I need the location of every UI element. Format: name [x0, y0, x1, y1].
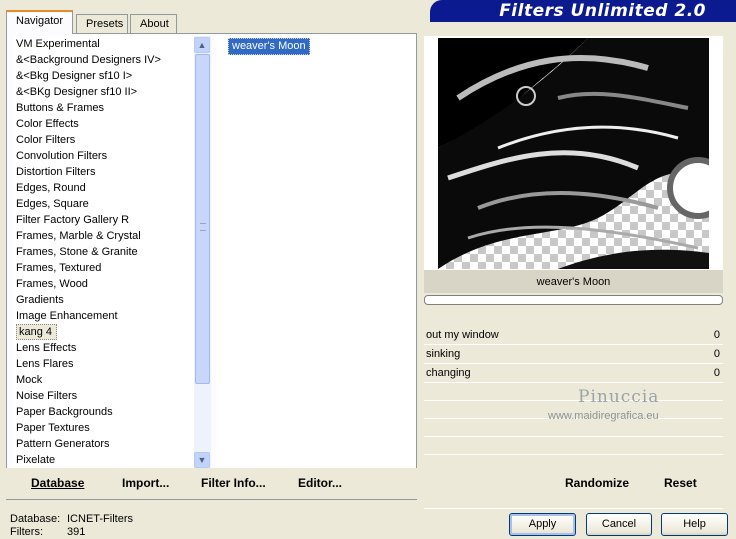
apply-button[interactable]: Apply	[509, 513, 576, 536]
app-title-banner: Filters Unlimited 2.0	[430, 0, 736, 22]
category-item[interactable]: Frames, Wood	[14, 276, 194, 292]
param-row-changing[interactable]: changing 0	[424, 364, 723, 383]
filters-count-value: 391	[67, 526, 86, 538]
param-value: 0	[713, 348, 720, 360]
param-value: 0	[713, 367, 720, 379]
chevron-down-icon: ▼	[197, 455, 207, 465]
preview-image	[438, 38, 709, 269]
category-label: Edges, Round	[16, 182, 86, 194]
category-label: Lens Flares	[16, 358, 74, 370]
category-item[interactable]: Convolution Filters	[14, 148, 194, 164]
scroll-thumb[interactable]	[195, 54, 210, 384]
category-item[interactable]: Paper Backgrounds	[14, 404, 194, 420]
category-item[interactable]: VM Experimental	[14, 36, 194, 52]
category-label: Frames, Marble & Crystal	[16, 230, 141, 242]
category-label: Paper Backgrounds	[16, 406, 113, 418]
category-item[interactable]: Edges, Round	[14, 180, 194, 196]
category-list[interactable]: VM Experimental &<Background Designers IV…	[14, 36, 194, 466]
category-item[interactable]: Buttons & Frames	[14, 100, 194, 116]
tab-navigator[interactable]: Navigator	[6, 10, 73, 34]
category-label: Frames, Stone & Granite	[16, 246, 138, 258]
category-label: &<Background Designers IV>	[16, 54, 161, 66]
category-label: Noise Filters	[16, 390, 78, 402]
preview-filter-name: weaver's Moon	[424, 270, 723, 293]
category-item[interactable]: Color Effects	[14, 116, 194, 132]
param-row-empty	[424, 383, 723, 401]
category-item[interactable]: Frames, Textured	[14, 260, 194, 276]
category-label: Color Filters	[16, 134, 76, 146]
category-item[interactable]: Gradients	[14, 292, 194, 308]
database-label: Database:	[10, 513, 61, 525]
category-item[interactable]: Frames, Stone & Granite	[14, 244, 194, 260]
category-item[interactable]: Lens Effects	[14, 340, 194, 356]
watermark-title: Pinuccia	[578, 387, 660, 407]
category-label: Buttons & Frames	[16, 102, 105, 114]
param-label: sinking	[426, 348, 461, 360]
category-label: Mock	[16, 374, 43, 386]
category-item[interactable]: Pattern Generators	[14, 436, 194, 452]
category-label: Edges, Square	[16, 198, 89, 210]
status-info: Database: ICNET-Filters Filters: 391	[10, 513, 133, 539]
category-item[interactable]: Mock	[14, 372, 194, 388]
tab-about[interactable]: About	[130, 14, 177, 33]
scroll-down-button[interactable]: ▼	[194, 452, 210, 468]
editor-button[interactable]: Editor...	[298, 476, 342, 490]
category-label: VM Experimental	[16, 38, 100, 50]
watermark-url: www.maidiregrafica.eu	[548, 410, 659, 422]
category-label: Convolution Filters	[16, 150, 108, 162]
filter-item-selected[interactable]: weaver's Moon	[228, 38, 310, 55]
category-label: Frames, Textured	[16, 262, 102, 274]
import-button[interactable]: Import...	[122, 476, 169, 490]
category-label: Paper Textures	[16, 422, 90, 434]
category-label: &<Bkg Designer sf10 I>	[16, 70, 133, 82]
category-label: Gradients	[16, 294, 64, 306]
category-item[interactable]: Image Enhancement	[14, 308, 194, 324]
progress-bar	[424, 295, 723, 305]
category-label: Color Effects	[16, 118, 79, 130]
help-button[interactable]: Help	[661, 513, 728, 536]
category-label: Filter Factory Gallery R	[16, 214, 130, 226]
param-row-empty	[424, 437, 723, 455]
chevron-up-icon: ▲	[197, 40, 207, 50]
category-item[interactable]: Distortion Filters	[14, 164, 194, 180]
category-label: kang 4	[16, 324, 58, 340]
category-label: Lens Effects	[16, 342, 77, 354]
param-label: out my window	[426, 329, 499, 341]
category-item[interactable]: &<Bkg Designer sf10 I>	[14, 68, 194, 84]
category-item[interactable]: &<BKg Designer sf10 II>	[14, 84, 194, 100]
grip-icon	[200, 223, 206, 231]
filters-count-label: Filters:	[10, 526, 43, 538]
category-label: &<BKg Designer sf10 II>	[16, 86, 138, 98]
category-item[interactable]: Edges, Square	[14, 196, 194, 212]
category-item[interactable]: Color Filters	[14, 132, 194, 148]
category-item[interactable]: Pixelate	[14, 452, 194, 466]
category-item[interactable]: Lens Flares	[14, 356, 194, 372]
category-item[interactable]: kang 4	[14, 324, 194, 340]
randomize-button[interactable]: Randomize	[565, 476, 629, 490]
category-item[interactable]: Filter Factory Gallery R	[14, 212, 194, 228]
database-value: ICNET-Filters	[67, 513, 133, 525]
scroll-up-button[interactable]: ▲	[194, 37, 210, 53]
cancel-button[interactable]: Cancel	[586, 513, 652, 536]
param-label: changing	[426, 367, 471, 379]
category-label: Image Enhancement	[16, 310, 118, 322]
category-scrollbar[interactable]: ▲ ▼	[194, 36, 211, 468]
filter-list[interactable]: weaver's Moon	[216, 36, 416, 466]
category-item[interactable]: &<Background Designers IV>	[14, 52, 194, 68]
category-label: Pattern Generators	[16, 438, 110, 450]
reset-button[interactable]: Reset	[664, 476, 697, 490]
tab-presets[interactable]: Presets	[76, 14, 128, 33]
category-item[interactable]: Paper Textures	[14, 420, 194, 436]
param-value: 0	[713, 329, 720, 341]
filter-info-button[interactable]: Filter Info...	[201, 476, 266, 490]
category-label: Frames, Wood	[16, 278, 88, 290]
category-label: Pixelate	[16, 454, 56, 466]
category-item[interactable]: Noise Filters	[14, 388, 194, 404]
category-item[interactable]: Frames, Marble & Crystal	[14, 228, 194, 244]
param-row-sinking[interactable]: sinking 0	[424, 345, 723, 364]
category-label: Distortion Filters	[16, 166, 96, 178]
database-button[interactable]: Database	[31, 476, 84, 490]
param-row-out-my-window[interactable]: out my window 0	[424, 326, 723, 345]
